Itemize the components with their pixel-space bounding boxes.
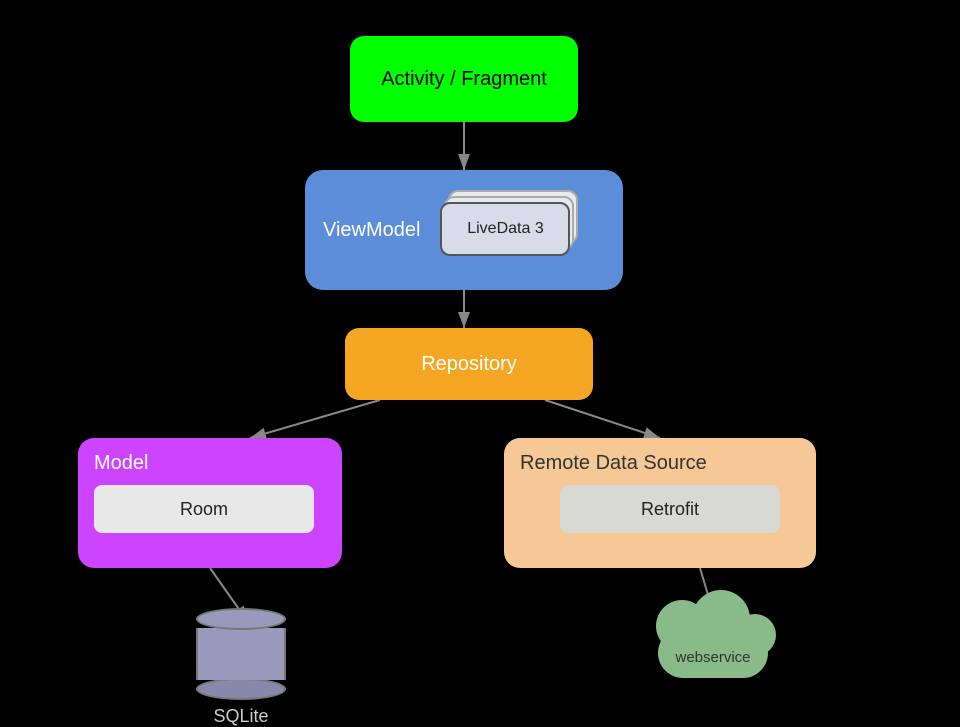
remote-data-source-label: Remote Data Source xyxy=(520,452,707,475)
webservice-cloud: webservice xyxy=(648,608,778,678)
livedata-card-3: LiveData 3 xyxy=(440,202,570,256)
webservice-container: webservice xyxy=(648,608,778,678)
viewmodel-label: ViewModel xyxy=(323,219,420,242)
webservice-label: webservice xyxy=(648,649,778,666)
model-box: Model Room xyxy=(78,438,342,568)
retrofit-card: Retrofit xyxy=(560,485,780,533)
retrofit-label: Retrofit xyxy=(641,499,699,520)
architecture-diagram: Activity / Fragment ViewModel LiveData 3… xyxy=(0,0,960,720)
repository-label: Repository xyxy=(421,353,517,376)
activity-fragment-box: Activity / Fragment xyxy=(350,36,578,122)
cylinder-top xyxy=(196,608,286,630)
sqlite-container: SQLite xyxy=(196,608,286,727)
sqlite-cylinder xyxy=(196,608,286,700)
room-label: Room xyxy=(180,499,228,520)
cylinder-body xyxy=(196,628,286,680)
viewmodel-box: ViewModel LiveData 3 xyxy=(305,170,623,290)
sqlite-label: SQLite xyxy=(213,706,268,727)
remote-data-source-box: Remote Data Source Retrofit xyxy=(504,438,816,568)
model-label: Model xyxy=(94,452,148,475)
livedata-stack: LiveData 3 xyxy=(440,190,580,270)
activity-fragment-label: Activity / Fragment xyxy=(381,68,547,91)
cylinder-bottom xyxy=(196,678,286,700)
repository-box: Repository xyxy=(345,328,593,400)
room-card: Room xyxy=(94,485,314,533)
livedata-label: LiveData 3 xyxy=(467,220,544,238)
